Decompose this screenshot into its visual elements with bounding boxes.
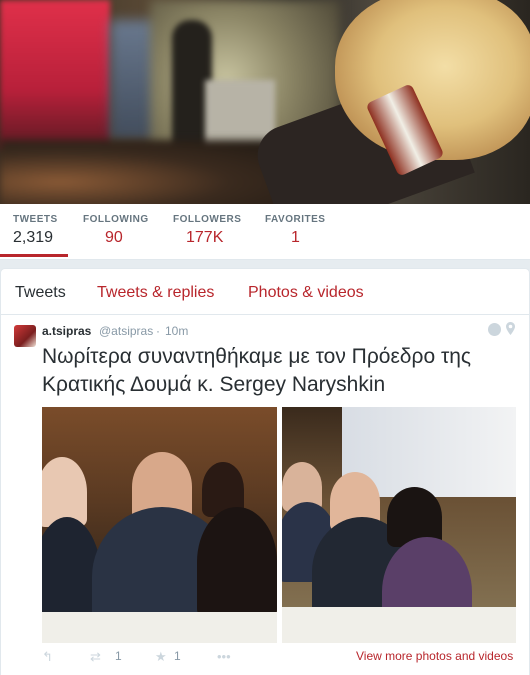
tweet-timestamp[interactable]: 10m <box>165 324 188 338</box>
reply-icon[interactable]: ↰ <box>42 649 53 665</box>
tweet-separator: · <box>156 324 160 338</box>
banner-red-panel <box>0 0 110 150</box>
stat-tweets-label: TWEETS <box>13 214 58 225</box>
retweet-icon[interactable]: ⇄ <box>90 649 101 665</box>
tweet[interactable]: a.tsipras @atsipras · 10m Νωρίτερα συναν… <box>1 315 529 675</box>
stat-followers-value: 177K <box>186 229 224 246</box>
retweet-count: 1 <box>115 649 122 663</box>
tweet-text: Νωρίτερα συναντηθήκαμε με τον Πρόεδρο τη… <box>42 345 472 396</box>
header-banner-image <box>0 0 530 204</box>
timeline-card: Tweets Tweets & replies Photos & videos … <box>0 268 530 675</box>
favorite-icon[interactable]: ★ <box>155 649 167 665</box>
stat-tweets[interactable]: TWEETS 2,319 <box>13 214 58 247</box>
tweet-author-handle[interactable]: @atsipras <box>99 324 153 338</box>
tab-photos-videos[interactable]: Photos & videos <box>248 284 364 302</box>
stat-followers-label: FOLLOWERS <box>173 214 242 225</box>
stat-following[interactable]: FOLLOWING 90 <box>83 214 149 247</box>
banner-crowd <box>0 140 300 204</box>
tweet-actions: ↰ ⇄ 1 ★ 1 ••• View more photos and video… <box>42 649 522 669</box>
profile-page: TWEETS 2,319 FOLLOWING 90 FOLLOWERS 177K… <box>0 0 530 675</box>
avatar[interactable] <box>14 325 36 347</box>
more-options-icon[interactable]: ••• <box>217 649 231 664</box>
tweet-author-name[interactable]: a.tsipras <box>42 324 91 338</box>
stat-favorites-label: FAVORITES <box>265 214 326 225</box>
profile-stats-bar: TWEETS 2,319 FOLLOWING 90 FOLLOWERS 177K… <box>0 204 530 260</box>
tab-tweets[interactable]: Tweets <box>15 284 66 302</box>
photo1-table <box>42 612 277 643</box>
view-more-photos-link[interactable]: View more photos and videos <box>356 649 513 663</box>
tweet-photo-1[interactable] <box>42 407 277 643</box>
tab-tweets-replies[interactable]: Tweets & replies <box>97 284 214 302</box>
location-pin-icon[interactable] <box>506 322 515 335</box>
timeline-tabs: Tweets Tweets & replies Photos & videos <box>1 269 529 315</box>
stat-favorites-value: 1 <box>291 229 300 246</box>
stat-following-value: 90 <box>105 229 123 246</box>
tweet-photo-2[interactable] <box>282 407 516 643</box>
stat-following-label: FOLLOWING <box>83 214 149 225</box>
favorite-count: 1 <box>174 649 181 663</box>
stat-followers[interactable]: FOLLOWERS 177K <box>173 214 241 247</box>
photo1-woman-body <box>197 507 277 617</box>
stat-favorites[interactable]: FAVORITES 1 <box>265 214 325 247</box>
photo2-table <box>282 607 516 643</box>
active-stat-indicator <box>0 254 68 257</box>
stat-tweets-value: 2,319 <box>13 229 54 246</box>
globe-icon[interactable] <box>488 323 501 336</box>
